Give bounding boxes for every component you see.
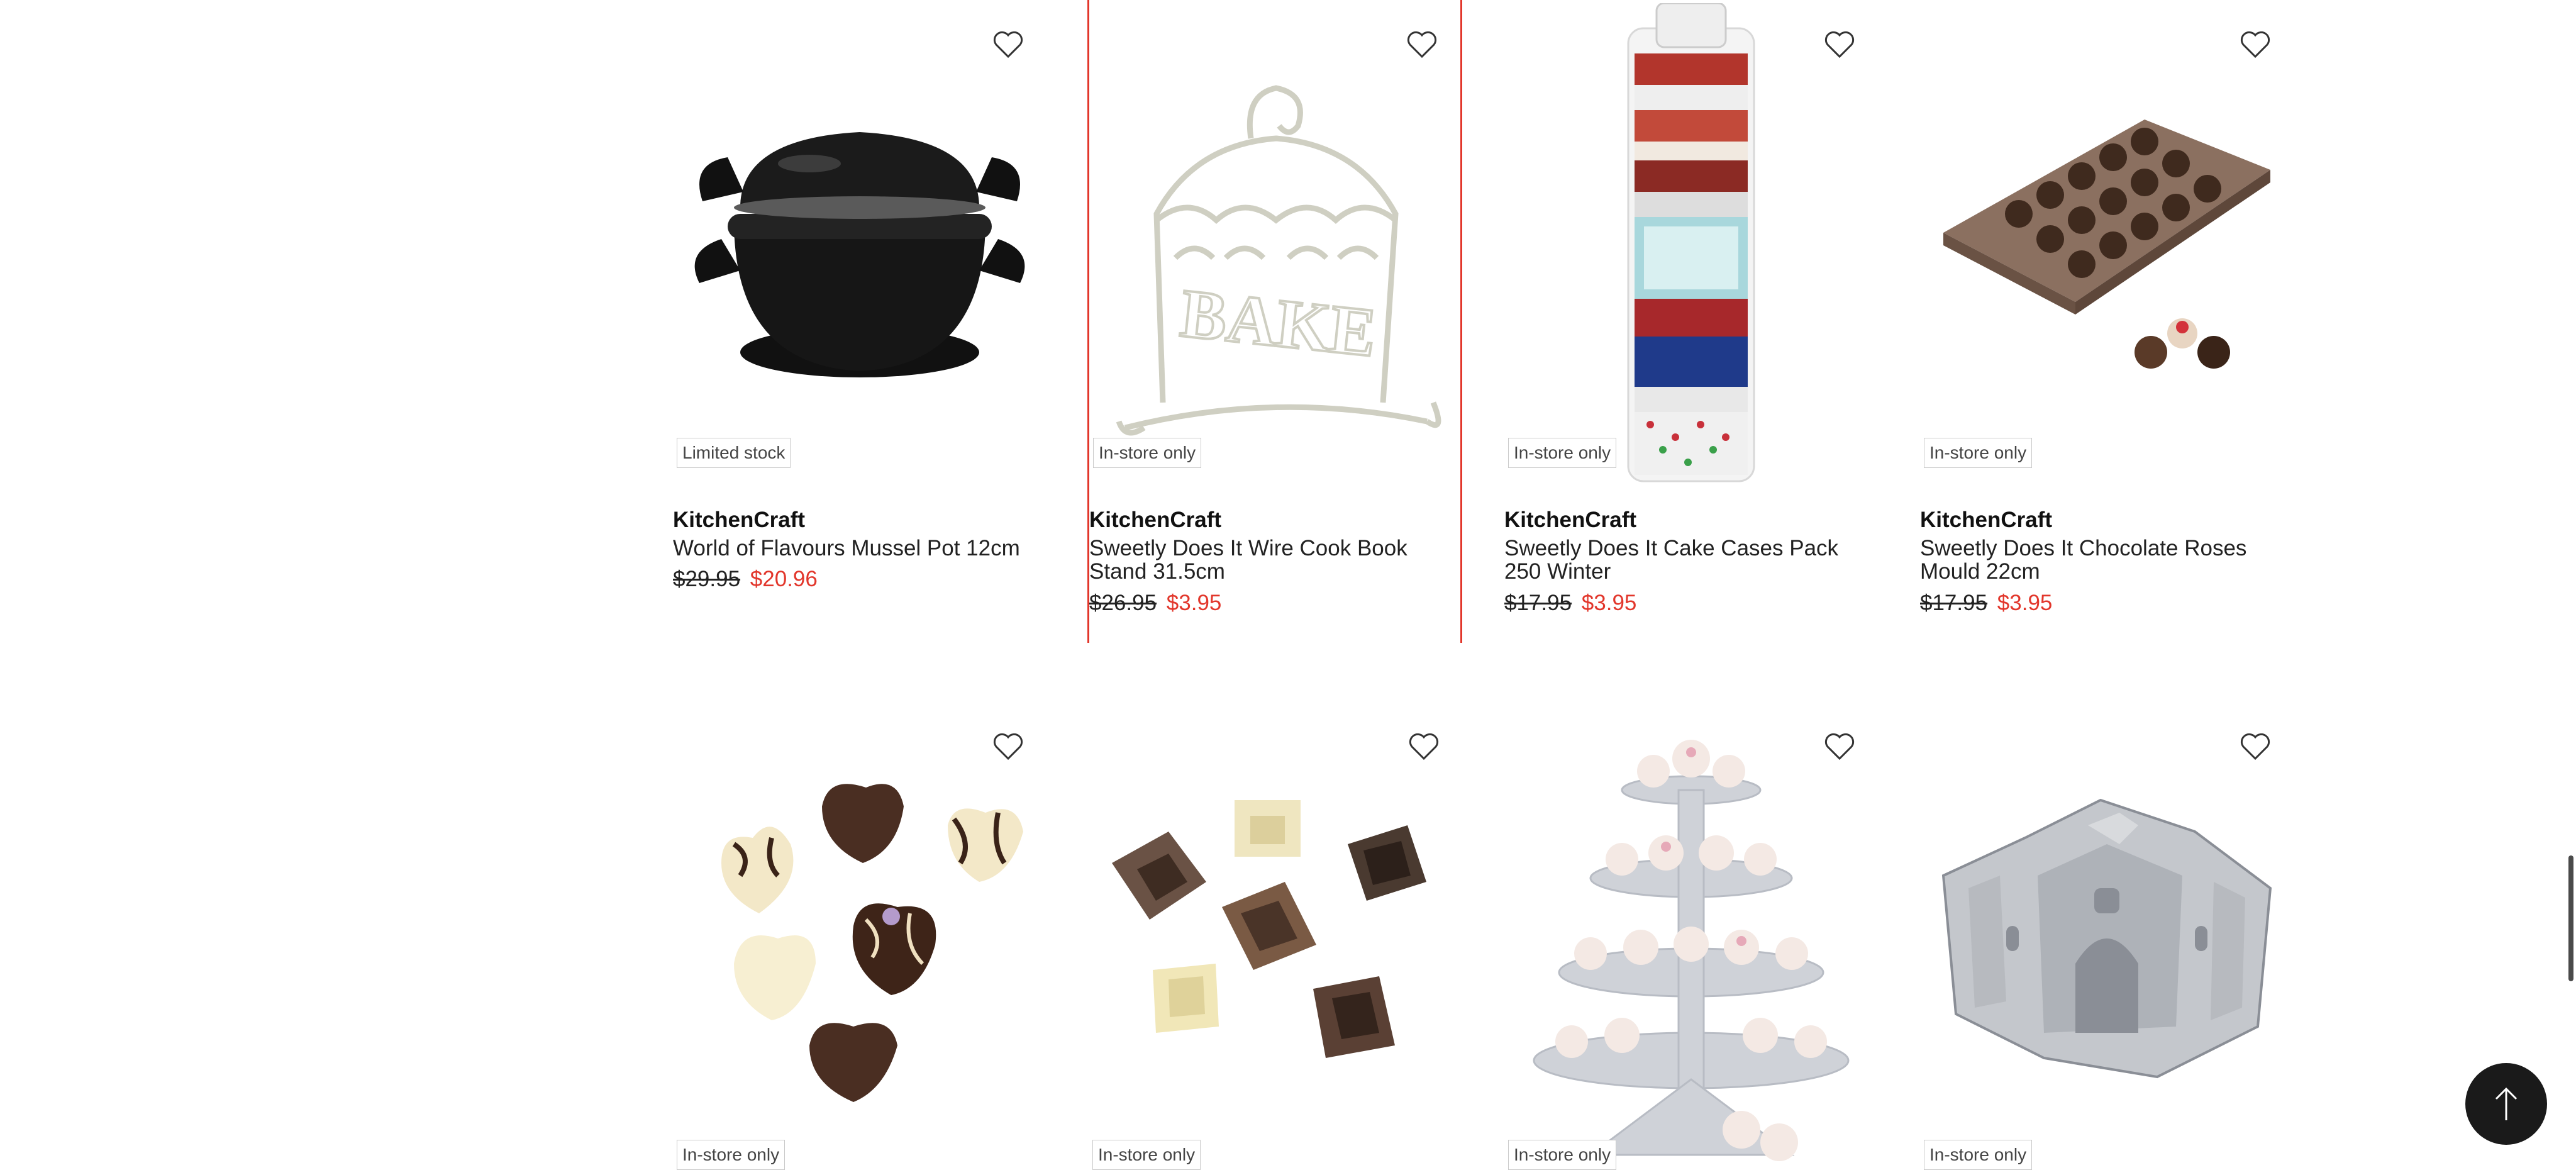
heart-outline-icon — [2240, 733, 2270, 760]
product-image-cake-cases[interactable] — [1504, 0, 1878, 491]
stock-badge: In-store only — [1093, 438, 1202, 468]
product-card[interactable]: In-store only — [1920, 702, 2294, 1175]
wishlist-button[interactable] — [1818, 725, 1862, 769]
product-info[interactable]: KitchenCraft Sweetly Does It Cake Cases … — [1504, 508, 1878, 616]
heart-outline-icon — [1409, 733, 1439, 760]
product-price: $26.95 $3.95 — [1089, 591, 1463, 616]
product-info[interactable]: KitchenCraft World of Flavours Mussel Po… — [673, 508, 1046, 592]
was-price: $26.95 — [1089, 591, 1157, 616]
product-brand: KitchenCraft — [1920, 508, 2053, 532]
stock-badge: In-store only — [1508, 1140, 1617, 1170]
product-brand: KitchenCraft — [673, 508, 806, 532]
stock-badge: In-store only — [1508, 438, 1617, 468]
product-image-castle-tin[interactable] — [1920, 702, 2294, 1175]
stock-badge: In-store only — [1924, 438, 2033, 468]
product-brand: KitchenCraft — [1089, 508, 1222, 532]
product-name[interactable]: World of Flavours Mussel Pot 12cm — [673, 536, 1046, 560]
product-info[interactable]: KitchenCraft Sweetly Does It Chocolate R… — [1920, 508, 2294, 616]
product-name[interactable]: Sweetly Does It Cake Cases Pack 250 Wint… — [1504, 536, 1878, 584]
heart-outline-icon — [1824, 31, 1855, 58]
wishlist-button[interactable] — [1818, 23, 1862, 67]
product-image-chocolate-cups[interactable] — [1089, 702, 1462, 1175]
page-scrollbar[interactable] — [2561, 0, 2576, 1175]
was-price: $17.95 — [1504, 591, 1572, 616]
stock-badge: In-store only — [677, 1140, 786, 1170]
product-card[interactable]: In-store only KitchenCraft Sweetly Does … — [1920, 0, 2294, 702]
product-card-selected[interactable]: BAKE In-store only KitchenCraft Sweetly … — [1087, 0, 1462, 643]
was-price: $17.95 — [1920, 591, 1988, 616]
wishlist-button[interactable] — [1402, 725, 1446, 769]
heart-outline-icon — [2240, 31, 2270, 58]
product-grid: Limited stock KitchenCraft World of Flav… — [673, 0, 2333, 702]
product-brand: KitchenCraft — [1504, 508, 1637, 532]
product-card[interactable]: In-store only — [673, 702, 1046, 1175]
product-price: $17.95 $3.95 — [1920, 591, 2294, 616]
product-card[interactable]: In-store only KitchenCraft Sweetly Does … — [1504, 0, 1878, 702]
stock-badge: In-store only — [1092, 1140, 1201, 1170]
back-to-top-button[interactable] — [2465, 1063, 2547, 1145]
product-price: $17.95 $3.95 — [1504, 591, 1878, 616]
wishlist-button[interactable] — [986, 23, 1030, 67]
scrollbar-thumb[interactable] — [2568, 855, 2573, 981]
heart-outline-icon — [1824, 733, 1855, 760]
sale-price: $20.96 — [750, 567, 818, 592]
wishlist-button[interactable] — [1400, 23, 1444, 67]
product-image-chocolate-mould[interactable] — [1920, 0, 2294, 491]
product-name[interactable]: Sweetly Does It Wire Cook Book Stand 31.… — [1089, 536, 1463, 584]
sale-price: $3.95 — [1581, 591, 1637, 616]
product-card[interactable]: In-store only — [1089, 702, 1462, 1175]
product-image-cook-book-stand[interactable]: BAKE — [1089, 0, 1463, 491]
product-image-mussel-pot[interactable] — [673, 0, 1046, 491]
product-image-chocolate-hearts[interactable] — [673, 702, 1046, 1175]
wishlist-button[interactable] — [986, 725, 1030, 769]
product-price: $29.95 $20.96 — [673, 567, 1046, 592]
stock-badge: In-store only — [1924, 1140, 2033, 1170]
svg-text:BAKE: BAKE — [1177, 274, 1380, 371]
product-name[interactable]: Sweetly Does It Chocolate Roses Mould 22… — [1920, 536, 2294, 584]
arrow-up-icon — [2495, 1087, 2518, 1120]
product-card[interactable]: In-store only — [1504, 702, 1878, 1175]
stock-badge: Limited stock — [677, 438, 791, 468]
product-image-cupcake-stand[interactable] — [1504, 702, 1878, 1175]
heart-outline-icon — [1407, 31, 1437, 58]
sale-price: $3.95 — [1166, 591, 1222, 616]
was-price: $29.95 — [673, 567, 741, 592]
wishlist-button[interactable] — [2233, 725, 2277, 769]
wishlist-button[interactable] — [2233, 23, 2277, 67]
heart-outline-icon — [993, 733, 1023, 760]
heart-outline-icon — [993, 31, 1023, 58]
sale-price: $3.95 — [1997, 591, 2053, 616]
product-info[interactable]: KitchenCraft Sweetly Does It Wire Cook B… — [1089, 508, 1463, 616]
product-card[interactable]: Limited stock KitchenCraft World of Flav… — [673, 0, 1046, 702]
